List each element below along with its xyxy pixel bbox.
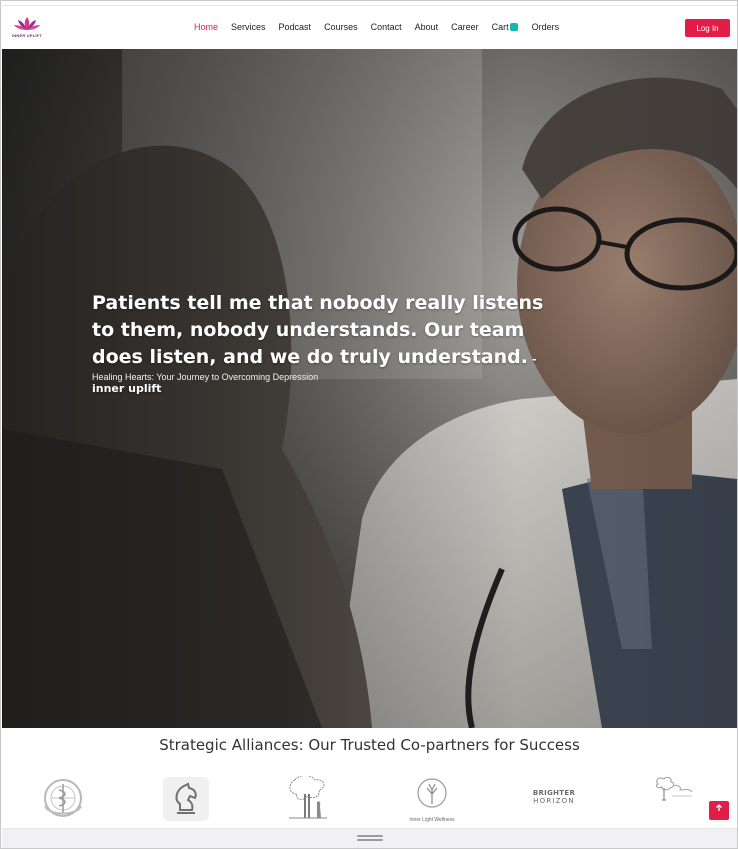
- hero-banner: Patients tell me that nobody really list…: [2, 49, 737, 728]
- nav-podcast[interactable]: Podcast: [279, 22, 312, 32]
- partner-tree-script[interactable]: [650, 776, 696, 824]
- partner-wellness-label: Inner Light Wellness: [409, 817, 455, 823]
- nav-about[interactable]: About: [415, 22, 439, 32]
- cart-badge: [509, 23, 518, 31]
- who-emblem-icon: [44, 779, 82, 817]
- partner-brighter-horizon[interactable]: BRIGHTER HORIZON: [529, 789, 579, 805]
- navbar: INNER UPLIFT Home Services Podcast Cours…: [2, 5, 737, 49]
- lotus-icon: [14, 17, 40, 30]
- partner-who-emblem[interactable]: [39, 776, 87, 824]
- logo-text: INNER UPLIFT: [12, 33, 42, 38]
- nav-home[interactable]: Home: [194, 22, 218, 32]
- partner-tree-figure[interactable]: [285, 775, 331, 824]
- scroll-to-top-button[interactable]: [709, 801, 729, 820]
- bottom-drawer-bar: [2, 828, 737, 848]
- nav-orders[interactable]: Orders: [532, 22, 560, 32]
- nav-cart[interactable]: Cart: [492, 22, 518, 32]
- nav-cart-label: Cart: [491, 22, 509, 32]
- main-nav: Home Services Podcast Courses Contact Ab…: [194, 22, 572, 32]
- tree-circle-icon: [417, 778, 447, 808]
- brighter-horizon-line2: HORIZON: [533, 797, 575, 805]
- nav-services[interactable]: Services: [231, 22, 266, 32]
- hero-quote: Patients tell me that nobody really list…: [92, 290, 562, 402]
- hero-quote-text: Patients tell me that nobody really list…: [92, 292, 544, 368]
- nav-courses[interactable]: Courses: [324, 22, 358, 32]
- drag-handle[interactable]: [357, 835, 383, 842]
- nav-contact[interactable]: Contact: [371, 22, 402, 32]
- nav-career[interactable]: Career: [451, 22, 479, 32]
- brighter-horizon-line1: BRIGHTER: [532, 789, 576, 797]
- partners-section: Strategic Alliances: Our Trusted Co-part…: [2, 728, 737, 828]
- browser-frame: INNER UPLIFT Home Services Podcast Cours…: [0, 0, 738, 849]
- tree-figure-icon: [289, 775, 327, 819]
- hero-subtitle: Healing Hearts: Your Journey to Overcomi…: [92, 372, 319, 382]
- partner-chess-knight[interactable]: [162, 776, 210, 824]
- partner-tree-circle-wellness[interactable]: Inner Light Wellness: [407, 776, 457, 824]
- login-button[interactable]: Log In: [685, 19, 730, 37]
- inner-uplift-logo[interactable]: INNER UPLIFT: [10, 15, 44, 41]
- partners-title: Strategic Alliances: Our Trusted Co-part…: [159, 736, 580, 754]
- chess-knight-icon: [163, 777, 209, 821]
- arrow-up-icon: [716, 804, 722, 811]
- tree-script-icon: [655, 776, 693, 801]
